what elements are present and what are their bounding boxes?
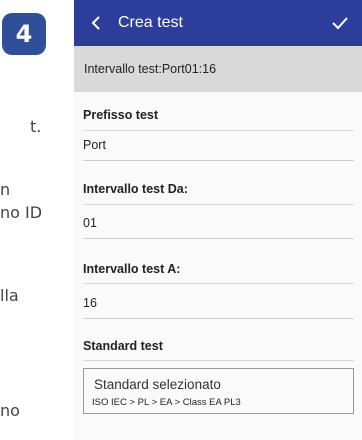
divider <box>83 360 354 361</box>
from-label: Intervallo test Da: <box>83 182 188 196</box>
standard-selected-label: Standard selezionato <box>94 377 221 392</box>
prefix-label: Prefisso test <box>83 108 159 122</box>
standard-label: Standard test <box>83 339 163 353</box>
doc-text-fragment: n <box>0 180 11 199</box>
doc-text-fragment: no <box>0 401 20 420</box>
document-fragment: 4 t. n no ID lla no <box>0 0 74 440</box>
standard-path: ISO IEC > PL > EA > Class EA PL3 <box>92 397 241 408</box>
standard-selector[interactable]: Standard selezionato ISO IEC > PL > EA >… <box>83 368 354 414</box>
test-range-summary: Intervallo test:Port01:16 <box>74 46 362 92</box>
chevron-left-icon[interactable] <box>76 0 116 46</box>
to-field[interactable]: 16 <box>83 296 354 319</box>
from-field[interactable]: 01 <box>83 216 354 239</box>
step-badge: 4 <box>2 13 46 55</box>
divider <box>83 283 354 284</box>
prefix-field[interactable]: Port <box>83 138 354 161</box>
divider <box>83 130 354 131</box>
page-title: Crea test <box>118 14 183 31</box>
doc-text-fragment: no ID <box>0 203 43 222</box>
to-label: Intervallo test A: <box>83 262 181 276</box>
doc-text-fragment: lla <box>0 286 19 305</box>
doc-text-fragment: t. <box>30 117 42 136</box>
divider <box>83 204 354 205</box>
check-icon[interactable] <box>320 0 360 46</box>
phone-screen: Crea test Intervallo test:Port01:16 Pref… <box>74 0 362 440</box>
app-bar: Crea test <box>74 0 362 46</box>
